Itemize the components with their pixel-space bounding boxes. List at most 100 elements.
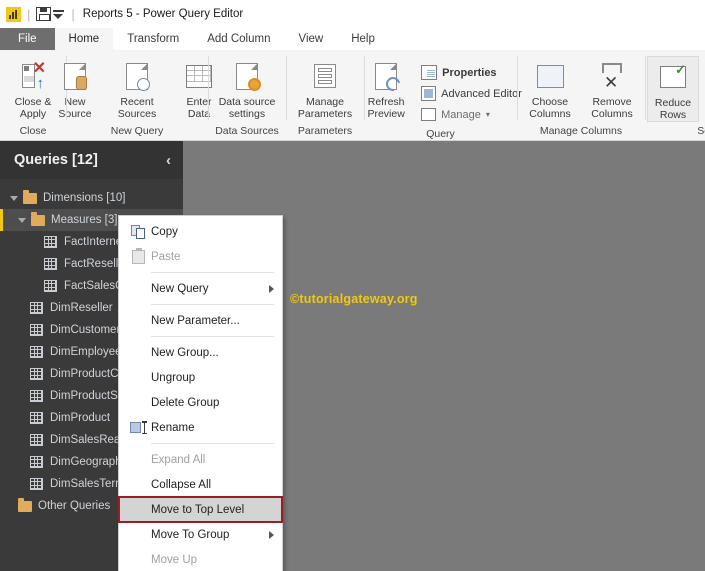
ribbon-group-label-close: Close — [19, 125, 47, 137]
context-menu-item-label: Copy — [151, 225, 178, 238]
reduce-rows-button[interactable]: ✓ Reduce Rows — [647, 56, 699, 122]
context-menu-item-move-to-group[interactable]: Move To Group — [119, 522, 282, 547]
table-icon — [30, 478, 43, 490]
advanced-editor-button[interactable]: Advanced Editor — [417, 83, 526, 104]
expand-arrow-icon[interactable] — [10, 195, 18, 201]
ribbon-tab-bar: File Home Transform Add Column View Help — [0, 28, 705, 51]
table-icon — [30, 456, 43, 468]
power-query-editor-window: | | Reports 5 - Power Query Editor File … — [0, 0, 705, 571]
ribbon-group-label-new-query: New Query — [110, 125, 164, 137]
context-menu-item-new-group[interactable]: New Group... — [119, 340, 282, 365]
save-icon[interactable] — [36, 7, 52, 21]
power-bi-icon — [6, 6, 21, 22]
paste-icon — [125, 248, 151, 264]
tree-item-label: DimGeography — [50, 456, 128, 468]
tree-item-label: DimReseller — [50, 302, 113, 314]
tree-item-label: Measures [3] — [51, 214, 118, 226]
remove-columns-button[interactable]: ✕ Remove Columns — [581, 56, 643, 120]
folder-icon — [18, 497, 32, 512]
tab-transform[interactable]: Transform — [113, 28, 193, 50]
context-menu-item-label: Ungroup — [151, 371, 196, 384]
tab-help[interactable]: Help — [337, 28, 389, 50]
ribbon-group-new-query: New Source Recent Sources Enter Data New… — [58, 51, 212, 140]
context-menu-item-label: Delete Group — [151, 396, 220, 409]
folder-icon — [23, 189, 37, 204]
ribbon: ✕ ↑ Close & Apply Close New Source Recen… — [0, 51, 705, 141]
reduce-rows-icon: ✓ — [660, 60, 686, 94]
context-menu-item-expand-all: Expand All — [119, 447, 282, 472]
context-menu-item-new-parameter[interactable]: New Parameter... — [119, 308, 282, 333]
context-menu-item-new-query[interactable]: New Query — [119, 276, 282, 301]
context-menu-item-label: New Parameter... — [151, 314, 240, 327]
data-source-settings-label: Data source settings — [218, 96, 276, 120]
ribbon-group-label-manage-columns: Manage Columns — [539, 125, 623, 137]
ribbon-group-label-parameters: Parameters — [297, 125, 353, 137]
table-icon — [30, 346, 43, 358]
context-menu-item-move-to-top-level[interactable]: Move to Top Level — [118, 496, 283, 523]
expand-arrow-icon[interactable] — [18, 217, 26, 223]
query-small-buttons: Properties Advanced Editor Manage ▾ — [417, 56, 526, 125]
tab-add-column[interactable]: Add Column — [193, 28, 284, 50]
remove-columns-label: Remove Columns — [591, 96, 633, 120]
recent-sources-label: Recent Sources — [117, 96, 157, 120]
customize-quick-access-toolbar-icon[interactable] — [51, 10, 65, 19]
manage-button[interactable]: Manage ▾ — [417, 104, 526, 125]
context-menu-item-ungroup[interactable]: Ungroup — [119, 365, 282, 390]
editor-body: Queries [12] ‹ Dimensions [10] Measures … — [0, 141, 705, 571]
chevron-right-icon — [269, 530, 274, 539]
table-icon — [44, 280, 57, 292]
context-menu-item-label: Collapse All — [151, 478, 212, 491]
table-icon — [44, 236, 57, 248]
context-menu-item-move-up: Move Up — [119, 547, 282, 571]
choose-columns-icon — [536, 59, 564, 93]
choose-columns-label: Choose Columns — [529, 96, 571, 120]
context-menu-item-collapse-all[interactable]: Collapse All — [119, 472, 282, 497]
context-menu-separator — [151, 336, 274, 337]
titlebar-divider-1: | — [27, 6, 31, 22]
tab-home[interactable]: Home — [54, 28, 114, 50]
context-menu-item-copy[interactable]: Copy — [119, 219, 282, 244]
table-icon — [30, 412, 43, 424]
queries-pane-header: Queries [12] ‹ — [0, 141, 183, 179]
tree-item-label: DimEmployee — [50, 346, 122, 358]
context-menu-item-paste: Paste — [119, 244, 282, 269]
manage-icon — [421, 108, 437, 121]
properties-button[interactable]: Properties — [417, 62, 526, 83]
chevron-right-icon — [269, 284, 274, 293]
context-menu-separator — [151, 272, 274, 273]
recent-sources-button[interactable]: Recent Sources — [106, 56, 168, 120]
choose-columns-button[interactable]: Choose Columns — [519, 56, 581, 120]
tab-file[interactable]: File — [0, 28, 55, 50]
manage-dropdown-icon[interactable]: ▾ — [486, 110, 490, 119]
advanced-editor-icon — [421, 86, 437, 101]
new-source-button[interactable]: New Source — [44, 56, 106, 120]
properties-icon — [421, 65, 438, 80]
chevron-left-icon[interactable]: ‹ — [166, 153, 171, 168]
context-menu-item-delete-group[interactable]: Delete Group — [119, 390, 282, 415]
context-menu-item-label: Move To Group — [151, 528, 230, 541]
context-menu-separator — [151, 443, 274, 444]
refresh-preview-button[interactable]: Refresh Preview — [355, 56, 417, 120]
context-menu-item-rename[interactable]: Rename — [119, 415, 282, 440]
ribbon-group-query: Refresh Preview Properties Advanced Edit… — [364, 51, 522, 140]
table-icon — [30, 324, 43, 336]
table-icon — [44, 258, 57, 270]
tree-item-label: Dimensions [10] — [43, 192, 126, 204]
manage-parameters-button[interactable]: Manage Parameters — [288, 56, 362, 120]
tree-item-label: DimCustomer — [50, 324, 121, 336]
table-icon — [30, 302, 43, 314]
ribbon-group-parameters: Manage Parameters Parameters — [286, 51, 364, 140]
tree-item-label: DimProduct — [50, 412, 111, 424]
new-source-label: New Source — [58, 96, 92, 120]
tab-view[interactable]: View — [285, 28, 338, 50]
context-menu-item-label: Move to Top Level — [151, 503, 245, 516]
ribbon-group-label-data-sources: Data Sources — [215, 125, 279, 137]
data-source-settings-button[interactable]: Data source settings — [210, 56, 284, 120]
ribbon-group-label-sort: Sort — [697, 125, 705, 137]
title-bar: | | Reports 5 - Power Query Editor — [0, 0, 705, 28]
manage-label: Manage — [441, 108, 481, 121]
ribbon-group-sort: ✓ Reduce Rows AZ ↓ ZA ↓ Sort — [645, 51, 705, 140]
remove-columns-icon: ✕ — [599, 59, 625, 93]
tree-item-dimensions[interactable]: Dimensions [10] — [0, 187, 183, 209]
context-menu-item-label: New Group... — [151, 346, 219, 359]
